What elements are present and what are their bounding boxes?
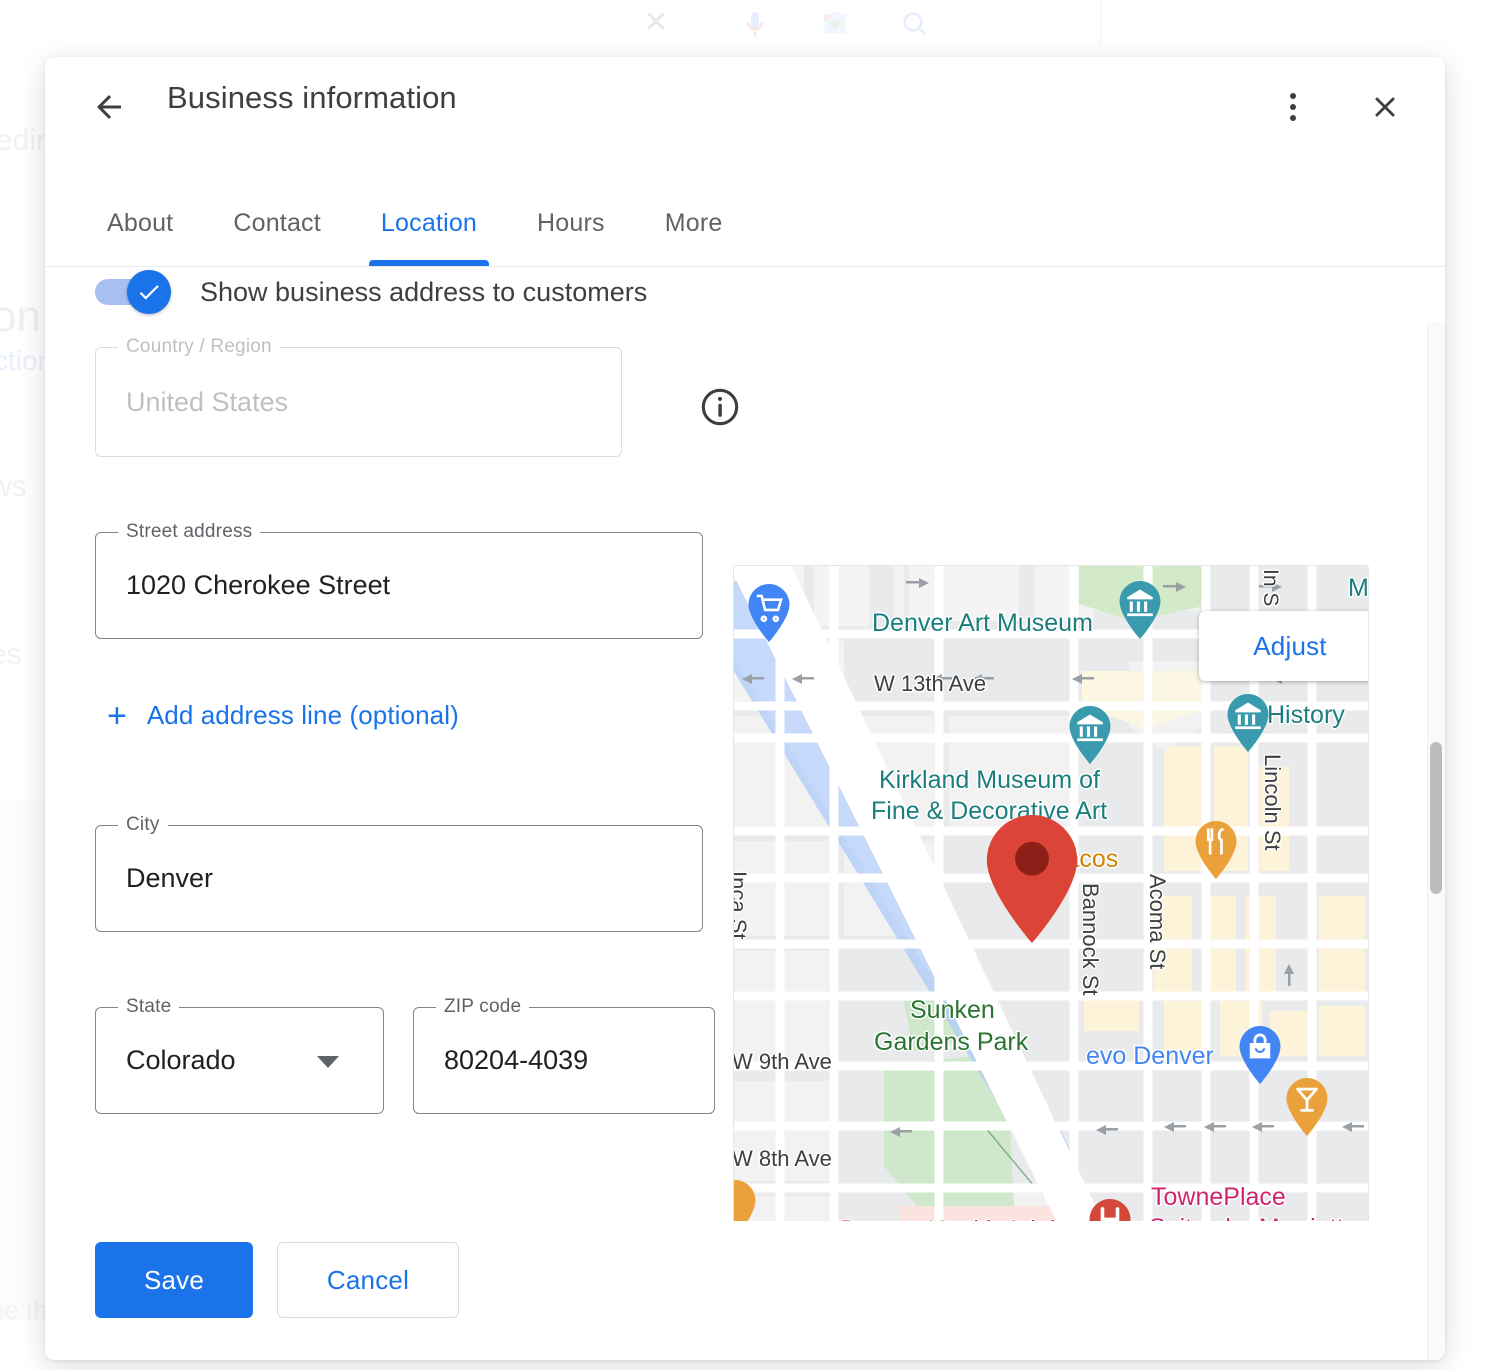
- background-text: ee th: [0, 1295, 48, 1326]
- tab-location[interactable]: Location: [351, 181, 507, 266]
- map-label: Inca St: [733, 871, 751, 939]
- tab-contact[interactable]: Contact: [203, 181, 351, 266]
- page-title: Business information: [167, 80, 457, 116]
- dialog-scrollbar-track[interactable]: [1427, 322, 1445, 1360]
- street-address-label: Street address: [118, 521, 260, 543]
- map-label: In S: [1258, 569, 1282, 606]
- zip-code-label: ZIP code: [436, 996, 529, 1018]
- state-value: Colorado: [96, 1045, 266, 1076]
- city-value: Denver: [96, 863, 243, 894]
- street-address-value: 1020 Cherokee Street: [96, 570, 420, 601]
- map-label: History: [1267, 701, 1345, 730]
- search-icon: [895, 8, 935, 40]
- overflow-dots: [1290, 93, 1296, 121]
- tab-more[interactable]: More: [635, 181, 753, 266]
- map-label: Acoma St: [1144, 874, 1170, 969]
- bar-pin[interactable]: [1286, 1078, 1328, 1141]
- tab-about[interactable]: About: [77, 181, 203, 266]
- background-text: ws: [0, 470, 27, 504]
- map-label: Kirkland Museum of: [879, 766, 1100, 795]
- add-address-line-label: Add address line (optional): [147, 700, 459, 731]
- map-label: W 13th Ave: [874, 671, 986, 697]
- camera-icon: [815, 8, 855, 40]
- zip-code-field[interactable]: ZIP code 80204-4039: [413, 1007, 715, 1114]
- country-region-value: United States: [96, 387, 318, 418]
- toggle-thumb: [127, 270, 171, 314]
- dialog-header: Business information: [45, 57, 1445, 153]
- business-location-pin[interactable]: [986, 815, 1078, 948]
- street-address-field[interactable]: Street address 1020 Cherokee Street: [95, 532, 703, 639]
- country-region-label: Country / Region: [118, 336, 280, 358]
- back-arrow-icon[interactable]: [85, 83, 133, 131]
- shopping-bag-pin[interactable]: [1239, 1026, 1281, 1089]
- zip-code-value: 80204-4039: [414, 1045, 618, 1076]
- map-label: Denver Art Museum: [872, 609, 1093, 638]
- restaurant-pin[interactable]: [1195, 821, 1237, 884]
- map-label: Sunken: [910, 996, 995, 1025]
- business-information-dialog: Business information About Contact Locat…: [45, 57, 1445, 1360]
- check-icon: [136, 279, 162, 305]
- background-text: on: [0, 292, 41, 342]
- tab-hours[interactable]: Hours: [507, 181, 635, 266]
- more-vertical-icon[interactable]: [1269, 83, 1317, 131]
- close-icon: ✕: [636, 8, 676, 38]
- museum-pin[interactable]: [1119, 581, 1161, 644]
- shopping-cart-pin[interactable]: [748, 584, 790, 647]
- city-label: City: [118, 814, 168, 836]
- museum-pin[interactable]: [1227, 694, 1269, 757]
- chevron-down-icon: [317, 1056, 339, 1068]
- plus-icon: +: [107, 703, 127, 729]
- show-address-toggle-row: Show business address to customers: [95, 275, 647, 309]
- show-address-toggle-label: Show business address to customers: [200, 277, 647, 308]
- cancel-button[interactable]: Cancel: [277, 1242, 459, 1318]
- tab-bar: About Contact Location Hours More: [45, 153, 1445, 267]
- country-region-field[interactable]: Country / Region United States: [95, 347, 622, 457]
- microphone-icon: [735, 8, 775, 40]
- city-field[interactable]: City Denver: [95, 825, 703, 932]
- museum-pin[interactable]: [1069, 706, 1111, 769]
- state-label: State: [118, 996, 179, 1018]
- info-icon[interactable]: [698, 385, 742, 429]
- adjust-button[interactable]: Adjust: [1199, 611, 1369, 681]
- map-label: Lincoln St: [1259, 754, 1285, 851]
- show-address-toggle[interactable]: [95, 275, 173, 309]
- map-label: W 9th Ave: [733, 1049, 832, 1075]
- dialog-scrollbar-thumb[interactable]: [1430, 742, 1442, 894]
- background-text: es: [0, 638, 22, 672]
- map-label: Bannock St: [1077, 883, 1103, 996]
- add-address-line-button[interactable]: + Add address line (optional): [101, 692, 465, 739]
- dialog-body: Show business address to customers Count…: [45, 267, 1445, 1360]
- map-label: M: [1348, 574, 1369, 603]
- save-button[interactable]: Save: [95, 1242, 253, 1318]
- dialog-footer: Save Cancel: [45, 1221, 1445, 1360]
- map-label: Gardens Park: [874, 1028, 1028, 1057]
- map-label: TownePlace: [1151, 1183, 1286, 1212]
- map-label: W 8th Ave: [733, 1146, 832, 1172]
- state-select[interactable]: State Colorado: [95, 1007, 384, 1114]
- close-icon[interactable]: [1361, 83, 1409, 131]
- map-label: evo Denver: [1086, 1042, 1214, 1071]
